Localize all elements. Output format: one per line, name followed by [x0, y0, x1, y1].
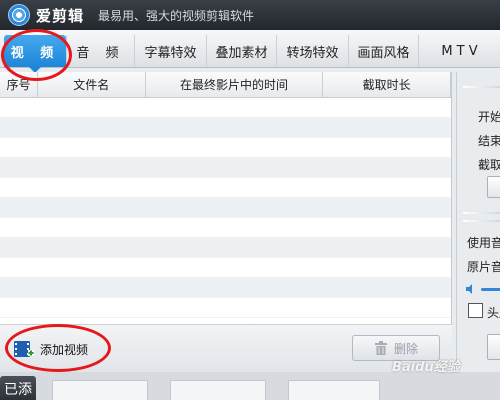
tab-overlay-materials[interactable]: 叠加素材: [206, 35, 276, 67]
confirm-clip-button[interactable]: [487, 176, 500, 198]
clip-duration-label: 截取: [478, 158, 500, 172]
table-row: [0, 258, 451, 278]
baidu-watermark: Baidu经验: [392, 360, 460, 375]
add-video-label: 添加视频: [40, 342, 89, 357]
column-header-duration[interactable]: 截取时长: [323, 72, 452, 97]
add-video-button[interactable]: 添加视频: [14, 337, 102, 361]
panel-divider: [463, 220, 500, 222]
table-row: [0, 98, 451, 118]
column-header-filename[interactable]: 文件名: [38, 72, 146, 97]
app-title: 爱剪辑: [36, 6, 85, 25]
added-clips-tab[interactable]: 已添: [0, 376, 36, 400]
panel-divider: [463, 86, 500, 88]
main-tab-bar: 视 频 音 频 字幕特效 叠加素材 转场特效 画面风格 M T V: [0, 30, 500, 73]
tab-subtitle-effects[interactable]: 字幕特效: [134, 35, 206, 67]
table-row: [0, 278, 451, 298]
table-row: [0, 238, 451, 258]
start-time-label: 开始: [478, 110, 500, 124]
column-header-timeline[interactable]: 在最终影片中的时间: [146, 72, 324, 97]
volume-icon: [466, 284, 472, 294]
table-row: [0, 178, 451, 198]
video-list-table: 序号 文件名 在最终影片中的时间 截取时长: [0, 72, 452, 324]
use-audio-label: 使用音: [467, 236, 500, 250]
original-audio-label: 原片音: [467, 260, 500, 274]
app-slogan: 最易用、强大的视频剪辑软件: [98, 8, 255, 23]
table-row: [0, 218, 451, 238]
clip-settings-panel: 开始 结束 截取 使用音 原片音 头尾: [456, 72, 500, 400]
column-header-index[interactable]: 序号: [0, 72, 38, 97]
end-time-label: 结束: [478, 134, 500, 148]
table-header: 序号 文件名 在最终影片中的时间 截取时长: [0, 72, 452, 98]
title-bar: 爱剪辑 最易用、强大的视频剪辑软件: [0, 0, 500, 30]
tab-audio[interactable]: 音 频: [66, 35, 134, 67]
apply-button[interactable]: [487, 334, 500, 360]
table-row: [0, 198, 451, 218]
add-video-film-icon: [14, 341, 34, 357]
tab-mtv[interactable]: M T V: [418, 35, 500, 67]
table-row: [0, 158, 451, 178]
app-logo-icon: [8, 4, 30, 26]
app-window: 爱剪辑 最易用、强大的视频剪辑软件 视 频 音 频 字幕特效 叠加素材 转场特效…: [0, 0, 500, 400]
head-tail-checkbox[interactable]: [468, 303, 483, 318]
tab-video[interactable]: 视 频: [4, 35, 66, 73]
volume-slider[interactable]: [481, 288, 500, 291]
table-row: [0, 298, 451, 318]
clip-thumbnail[interactable]: [52, 380, 148, 400]
table-body[interactable]: [0, 98, 451, 318]
added-clips-strip: 已添: [0, 372, 500, 400]
tab-transition-effects[interactable]: 转场特效: [276, 35, 348, 67]
clip-thumbnail[interactable]: [170, 380, 266, 400]
trash-icon: [374, 341, 387, 355]
clip-thumbnail[interactable]: [288, 380, 380, 400]
tab-picture-style[interactable]: 画面风格: [348, 35, 418, 67]
list-action-bar: 添加视频 删除: [0, 324, 452, 372]
head-tail-label: 头尾: [487, 306, 500, 320]
table-row: [0, 138, 451, 158]
delete-label: 删除: [393, 341, 418, 356]
panel-divider: [463, 212, 500, 214]
table-row: [0, 118, 451, 138]
